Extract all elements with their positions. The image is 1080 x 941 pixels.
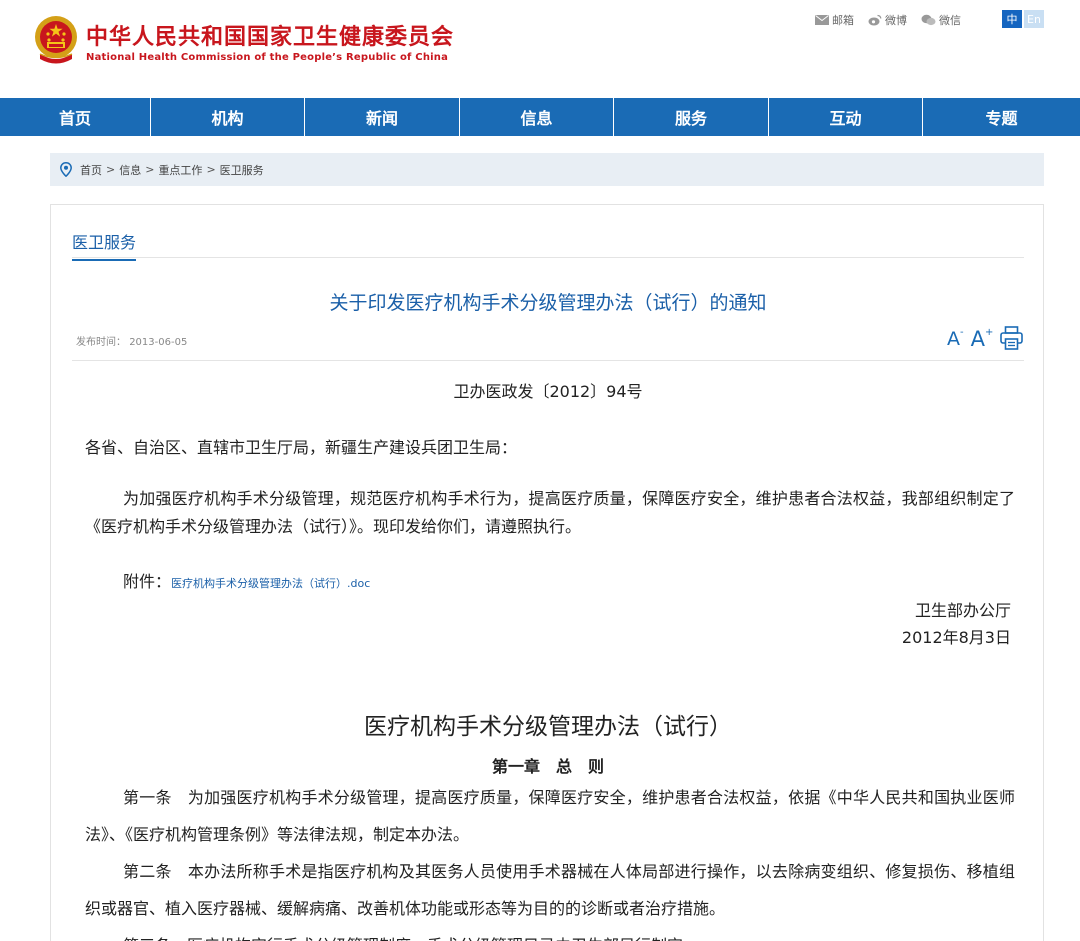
section-divider bbox=[72, 257, 1024, 258]
nav-item-service[interactable]: 服务 bbox=[614, 98, 769, 136]
breadcrumb-medical-service[interactable]: 医卫服务 bbox=[220, 162, 264, 178]
national-emblem-icon[interactable] bbox=[32, 14, 80, 66]
meta-divider bbox=[72, 360, 1024, 361]
nav-item-home[interactable]: 首页 bbox=[0, 98, 151, 136]
wechat-link-label: 微信 bbox=[939, 14, 961, 27]
content-panel: 医卫服务 关于印发医疗机构手术分级管理办法（试行）的通知 发布时间： 2013-… bbox=[50, 204, 1044, 941]
mail-link-label: 邮箱 bbox=[832, 14, 854, 27]
main-nav: 首页 机构 新闻 信息 服务 互动 专题 bbox=[0, 98, 1080, 136]
signature-org: 卫生部办公厅 bbox=[914, 601, 1011, 620]
lang-zh-button[interactable]: 中 bbox=[1002, 10, 1022, 28]
font-decrease-button[interactable]: A - bbox=[947, 327, 964, 351]
attachment-label: 附件： bbox=[123, 572, 172, 591]
plus-sign: + bbox=[984, 327, 994, 338]
body-paragraph: 为加强医疗机构手术分级管理，规范医疗机构手术行为，提高医疗质量，保障医疗安全，维… bbox=[85, 489, 1015, 536]
font-increase-label: A bbox=[970, 327, 985, 351]
nav-item-interaction[interactable]: 互动 bbox=[769, 98, 923, 136]
mail-link[interactable]: 邮箱 bbox=[815, 12, 854, 28]
article-title: 关于印发医疗机构手术分级管理办法（试行）的通知 bbox=[329, 292, 767, 314]
chapter-heading: 第一章 总 则 bbox=[491, 757, 604, 776]
minus-sign: - bbox=[960, 327, 964, 338]
measure-title: 医疗机构手术分级管理办法（试行） bbox=[364, 714, 732, 740]
publish-date: 2013-06-05 bbox=[129, 337, 188, 348]
wechat-link[interactable]: 微信 bbox=[921, 12, 961, 28]
language-switch: 中 En bbox=[1002, 10, 1044, 28]
breadcrumb-separator: > bbox=[145, 163, 155, 176]
breadcrumb: 首页 > 信息 > 重点工作 > 医卫服务 bbox=[50, 153, 1044, 186]
lang-en-button[interactable]: En bbox=[1024, 10, 1044, 28]
nav-item-organization[interactable]: 机构 bbox=[151, 98, 305, 136]
site-header: 中华人民共和国国家卫生健康委员会 National Health Commiss… bbox=[0, 0, 1080, 98]
mail-icon bbox=[815, 15, 829, 25]
signature-date: 2012年8月3日 bbox=[901, 628, 1011, 647]
weibo-icon bbox=[868, 14, 882, 26]
weibo-link[interactable]: 微博 bbox=[868, 12, 907, 28]
breadcrumb-separator: > bbox=[206, 163, 216, 176]
location-pin-icon bbox=[60, 162, 72, 177]
breadcrumb-info[interactable]: 信息 bbox=[119, 162, 141, 178]
printer-icon[interactable] bbox=[1000, 326, 1024, 350]
article-clause: 第二条 本办法所称手术是指医疗机构及其医务人员使用手术器械在人体局部进行操作，以… bbox=[85, 862, 1015, 918]
attachment-link[interactable]: 医疗机构手术分级管理办法（试行）.doc bbox=[171, 575, 370, 591]
breadcrumb-home[interactable]: 首页 bbox=[80, 162, 102, 178]
wechat-icon bbox=[921, 14, 936, 26]
document-number: 卫办医政发〔2012〕94号 bbox=[453, 382, 643, 401]
nav-item-news[interactable]: 新闻 bbox=[305, 98, 460, 136]
site-name-cn[interactable]: 中华人民共和国国家卫生健康委员会 bbox=[86, 19, 454, 51]
article-tools: A - A + bbox=[947, 326, 1024, 351]
weibo-link-label: 微博 bbox=[885, 14, 907, 27]
attachment: 附件： 医疗机构手术分级管理办法（试行）.doc bbox=[123, 568, 370, 592]
article-clause: 第三条 医疗机构实行手术分级管理制度。手术分级管理目录由卫生部另行制定。 bbox=[85, 927, 1015, 941]
font-increase-button[interactable]: A + bbox=[970, 327, 994, 351]
article-clause: 第一条 为加强医疗机构手术分级管理，提高医疗质量，保障医疗安全，维护患者合法权益… bbox=[85, 788, 1015, 844]
site-name-en: National Health Commission of the People… bbox=[86, 52, 449, 63]
nav-item-info[interactable]: 信息 bbox=[460, 98, 614, 136]
breadcrumb-key-work[interactable]: 重点工作 bbox=[158, 162, 202, 178]
publish-meta: 发布时间： 2013-06-05 bbox=[76, 333, 187, 348]
publish-label: 发布时间： bbox=[76, 337, 126, 348]
addressee: 各省、自治区、直辖市卫生厅局，新疆生产建设兵团卫生局： bbox=[85, 438, 518, 457]
breadcrumb-separator: > bbox=[106, 163, 116, 176]
nav-item-topics[interactable]: 专题 bbox=[923, 98, 1080, 136]
top-links: 邮箱 微博 微信 bbox=[815, 12, 961, 28]
font-decrease-label: A bbox=[947, 328, 960, 350]
